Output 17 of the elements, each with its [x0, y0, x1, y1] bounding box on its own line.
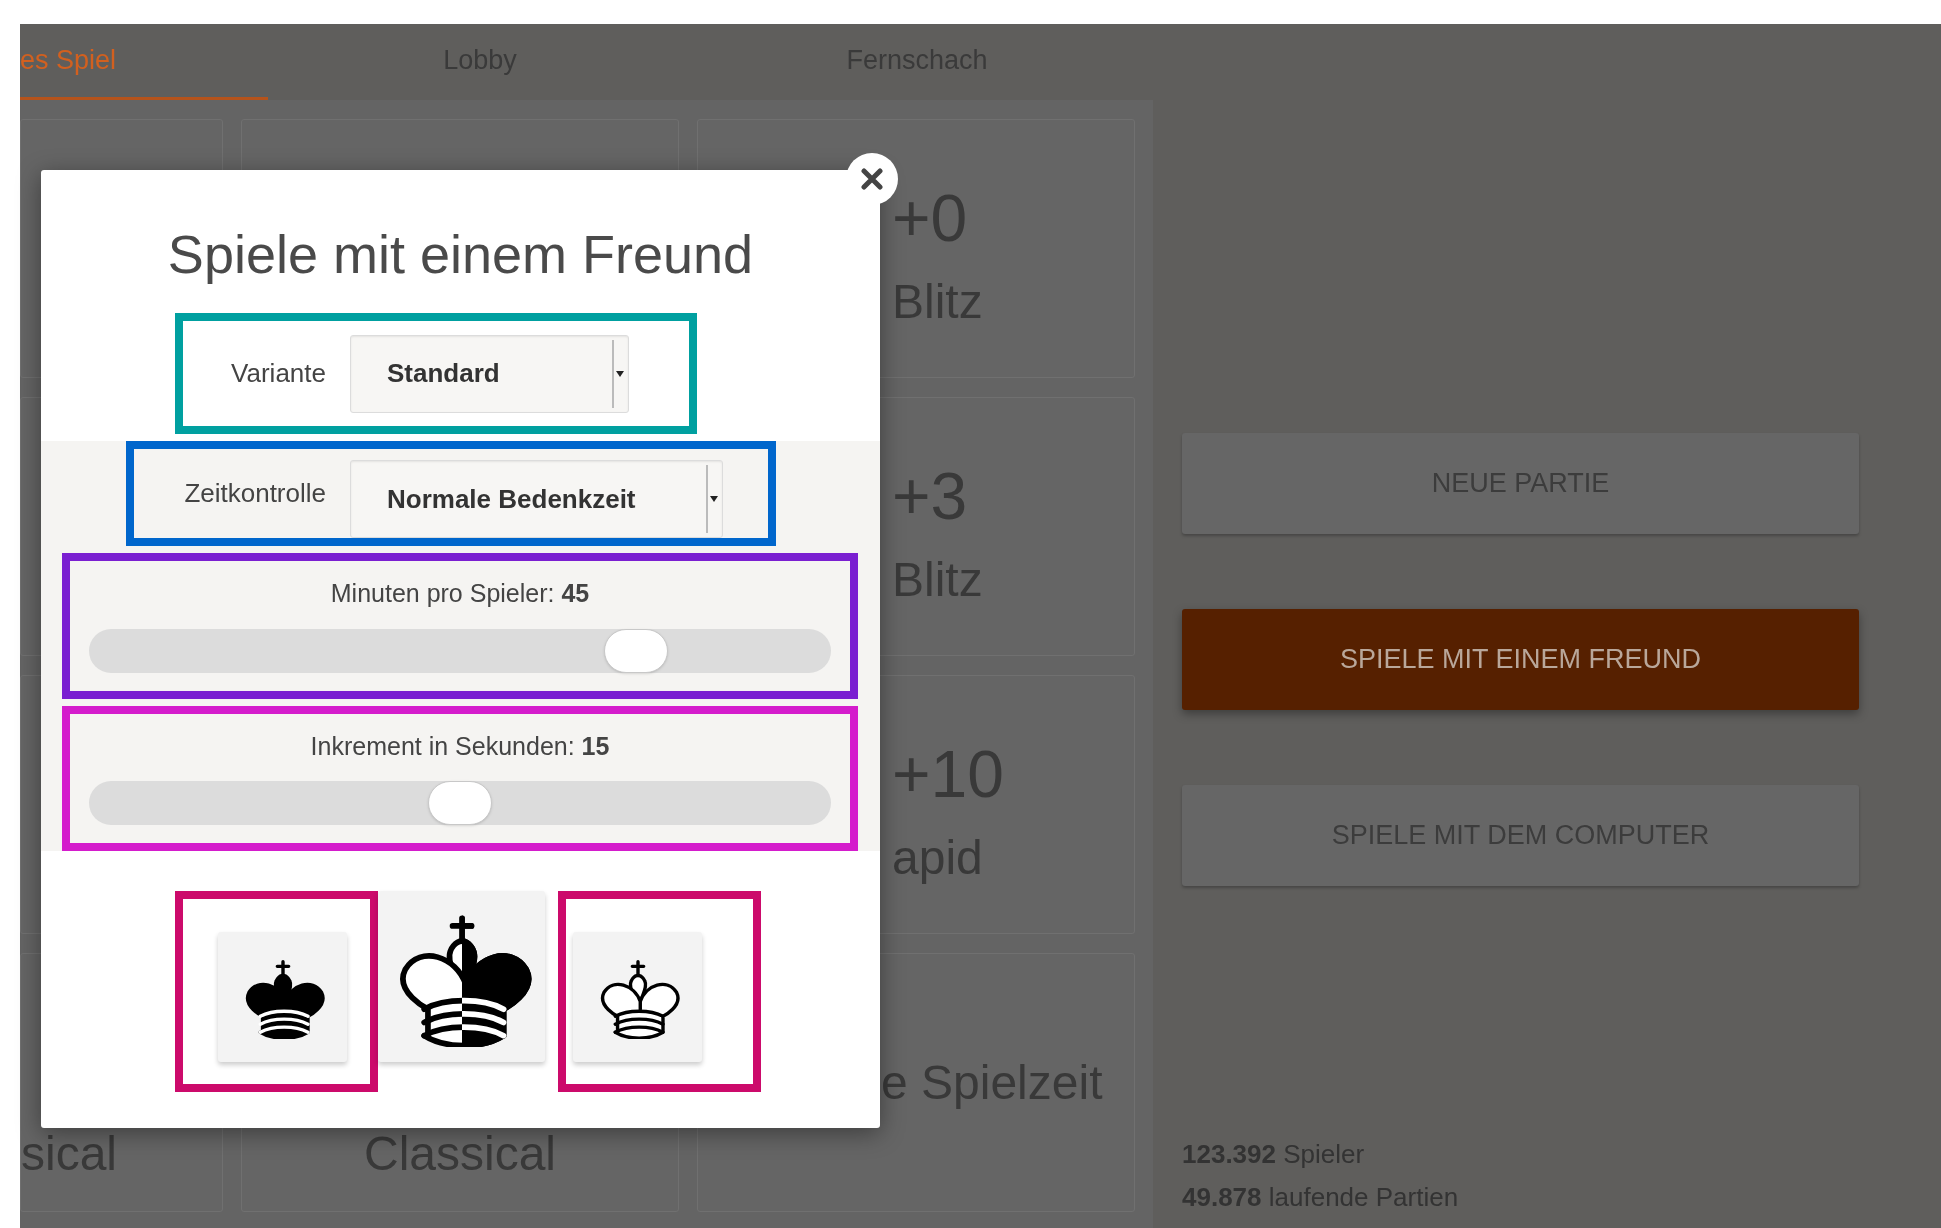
- slider-track[interactable]: [89, 781, 831, 825]
- slider-thumb[interactable]: [604, 628, 669, 673]
- caret-icon: [616, 370, 624, 377]
- caret-icon: [710, 496, 718, 502]
- close-icon: [861, 168, 883, 190]
- variant-select[interactable]: Standard: [350, 334, 629, 413]
- color-choice-button[interactable]: [573, 932, 702, 1062]
- field-label: Zeitkontrolle: [183, 477, 327, 510]
- slider-label: Inkrement in Sekunden: 15: [310, 731, 610, 760]
- color-choice-button[interactable]: [218, 932, 347, 1062]
- color-choice-button[interactable]: [378, 891, 545, 1062]
- slider-track[interactable]: [89, 628, 831, 673]
- time-control-select[interactable]: Normale Bedenkzeit: [350, 460, 723, 538]
- field-label: Variante: [230, 357, 327, 390]
- action-button[interactable]: SPIELE MIT EINEM FREUND: [1182, 609, 1859, 710]
- slider-label: Minuten pro Spieler: 45: [330, 579, 590, 607]
- slider-thumb[interactable]: [428, 781, 492, 825]
